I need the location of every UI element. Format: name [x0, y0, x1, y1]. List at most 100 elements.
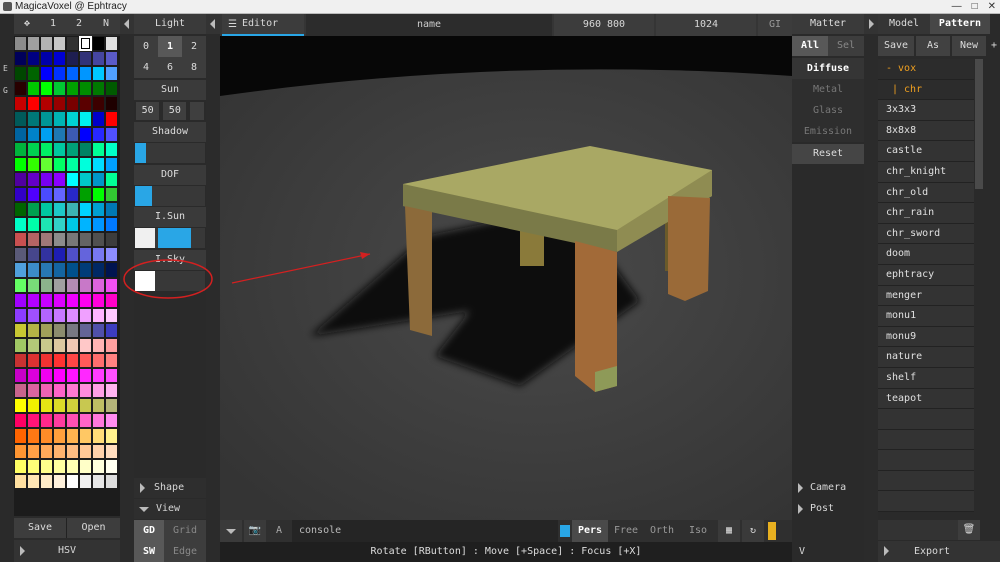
dof-slider[interactable] — [135, 186, 205, 206]
palette-swatch[interactable] — [105, 307, 118, 323]
material-glass[interactable]: Glass — [792, 100, 864, 121]
palette-swatch[interactable] — [14, 337, 27, 353]
palette-swatch[interactable] — [27, 473, 40, 489]
palette-swatch[interactable] — [14, 81, 27, 97]
palette-swatch[interactable] — [14, 277, 27, 293]
palette-swatch[interactable] — [40, 126, 53, 142]
palette-swatch[interactable] — [27, 96, 40, 112]
palette-swatch[interactable] — [40, 398, 53, 414]
palette-swatch[interactable] — [27, 202, 40, 218]
material-emission[interactable]: Emission — [792, 121, 864, 142]
palette-swatch[interactable] — [66, 171, 79, 187]
palette-swatch[interactable] — [92, 81, 105, 97]
palette-swatch[interactable] — [105, 126, 118, 142]
light-tab-4[interactable]: 4 — [134, 57, 158, 78]
free-camera-button[interactable]: Free — [608, 520, 644, 542]
palette-swatch[interactable] — [53, 337, 66, 353]
palette-swatch[interactable] — [66, 368, 79, 384]
palette-swatch[interactable] — [53, 322, 66, 338]
palette-swatch[interactable] — [79, 126, 92, 142]
orth-camera-button[interactable]: Orth — [644, 520, 680, 542]
palette-swatch[interactable] — [92, 443, 105, 459]
palette-swatch[interactable] — [66, 262, 79, 278]
palette-swatch[interactable] — [66, 413, 79, 429]
palette-swatch[interactable] — [27, 156, 40, 172]
palette-swatch[interactable] — [53, 368, 66, 384]
palette-swatch[interactable] — [27, 186, 40, 203]
palette-swatch[interactable] — [14, 473, 27, 489]
sun-angle-1-field[interactable]: 50 — [136, 102, 160, 120]
editor-tab[interactable]: ☰ Editor — [222, 14, 304, 36]
viewport-menu-button[interactable] — [220, 520, 242, 542]
palette-swatch[interactable] — [92, 458, 105, 474]
palette-swatch[interactable] — [105, 202, 118, 218]
palette-swatch[interactable] — [105, 262, 118, 278]
palette-swatch[interactable] — [66, 111, 79, 127]
palette-swatch[interactable] — [92, 473, 105, 489]
palette-swatch[interactable] — [79, 292, 92, 308]
palette-swatch[interactable] — [27, 443, 40, 459]
palette-swatch[interactable] — [27, 111, 40, 127]
palette-swatch[interactable] — [105, 383, 118, 399]
post-section[interactable]: Post — [792, 499, 864, 519]
palette-swatch[interactable] — [105, 277, 118, 293]
gi-toggle[interactable]: GI — [758, 14, 792, 36]
palette-save-button[interactable]: Save — [14, 518, 67, 538]
camera-icon[interactable]: 📷 — [244, 520, 266, 542]
palette-swatch[interactable] — [92, 51, 105, 67]
file-list-item[interactable]: 8x8x8 — [878, 120, 974, 142]
palette-swatch[interactable] — [14, 171, 27, 187]
matter-sel-tab[interactable]: Sel — [828, 36, 864, 56]
file-list-item[interactable]: 3x3x3 — [878, 100, 974, 121]
palette-swatch[interactable] — [66, 277, 79, 293]
gd-toggle[interactable]: GD — [134, 520, 164, 541]
palette-open-button[interactable]: Open — [67, 518, 120, 538]
palette-swatch[interactable] — [27, 247, 40, 263]
palette-swatch[interactable] — [27, 322, 40, 338]
palette-swatch[interactable] — [40, 352, 53, 369]
palette-swatch[interactable] — [53, 262, 66, 278]
move-icon[interactable]: ✥ — [14, 14, 40, 34]
palette-swatch[interactable] — [40, 473, 53, 489]
palette-swatch[interactable] — [27, 337, 40, 353]
file-list-item[interactable]: menger — [878, 285, 974, 307]
palette-swatch[interactable] — [105, 292, 118, 308]
palette-swatch[interactable] — [53, 156, 66, 172]
palette-swatch[interactable] — [27, 428, 40, 444]
palette-swatch[interactable] — [40, 458, 53, 474]
iso-camera-button[interactable]: Iso — [680, 520, 716, 542]
palette-swatch[interactable] — [79, 307, 92, 323]
file-list-item[interactable]: ephtracy — [878, 264, 974, 286]
palette-swatch[interactable] — [40, 368, 53, 384]
palette-swatch[interactable] — [40, 156, 53, 172]
file-list-item[interactable]: nature — [878, 347, 974, 368]
material-metal[interactable]: Metal — [792, 79, 864, 100]
palette-swatch[interactable] — [66, 51, 79, 67]
side-g-label[interactable]: G — [3, 86, 8, 95]
palette-swatch[interactable] — [105, 51, 118, 67]
palette-swatch[interactable] — [14, 292, 27, 308]
palette-swatch[interactable] — [14, 36, 27, 52]
palette-swatch[interactable] — [14, 383, 27, 399]
v-toggle[interactable]: V — [792, 542, 812, 562]
palette-swatch[interactable] — [40, 337, 53, 353]
palette-swatch[interactable] — [79, 473, 92, 489]
palette-swatch[interactable] — [92, 383, 105, 399]
palette-swatch[interactable] — [27, 413, 40, 429]
palette-swatch[interactable] — [53, 413, 66, 429]
collapse-left-button[interactable] — [120, 14, 134, 34]
palette-swatch[interactable] — [14, 352, 27, 369]
palette-swatch[interactable] — [79, 322, 92, 338]
palette-swatch[interactable] — [92, 337, 105, 353]
palette-swatch[interactable] — [92, 352, 105, 369]
palette-swatch[interactable] — [92, 277, 105, 293]
palette-swatch[interactable] — [79, 51, 92, 67]
palette-swatch[interactable] — [79, 458, 92, 474]
isun-color-swatch[interactable] — [135, 228, 155, 248]
palette-swatch[interactable] — [79, 156, 92, 172]
palette-swatch[interactable] — [66, 202, 79, 218]
add-button[interactable]: + — [988, 36, 1000, 56]
file-list-item[interactable]: chr_rain — [878, 203, 974, 224]
pattern-save-button[interactable]: Save — [878, 36, 914, 56]
sun-angle-2-field[interactable]: 50 — [163, 102, 187, 120]
